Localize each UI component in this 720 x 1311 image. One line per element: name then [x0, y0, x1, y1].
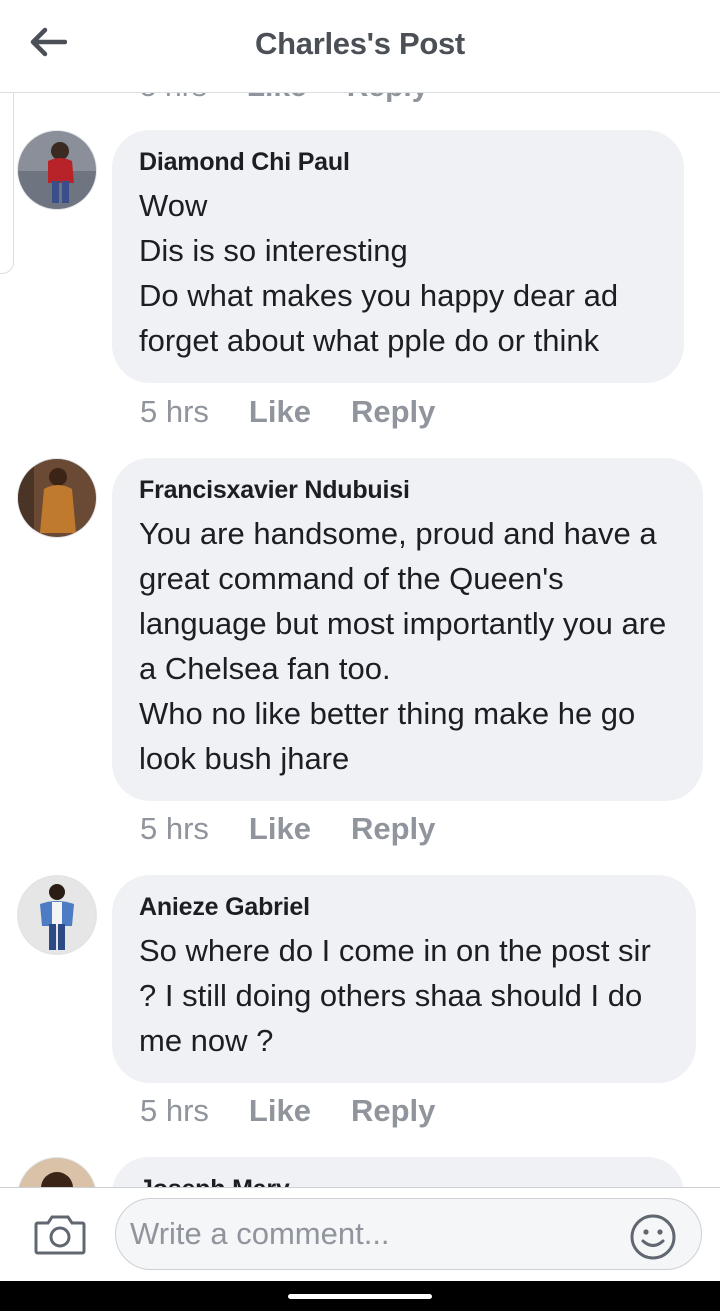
emoji-icon [630, 1214, 676, 1260]
comment-bubble[interactable]: Anieze Gabriel So where do I come in on … [112, 875, 696, 1083]
like-button[interactable]: Like [249, 394, 311, 430]
comment-author[interactable]: Francisxavier Ndubuisi [139, 476, 677, 505]
reply-button[interactable]: Reply [351, 1093, 435, 1129]
comment-time: 5 hrs [140, 1093, 209, 1128]
comment-actions: 5 hrs Like Reply [140, 1093, 435, 1129]
comment-text: So where do I come in on the post sir ? … [139, 933, 651, 1058]
comment-input[interactable] [115, 1198, 702, 1270]
like-button[interactable]: Like [247, 92, 307, 104]
comment-bubble[interactable]: Francisxavier Ndubuisi You are handsome,… [112, 458, 703, 801]
post-card-edge [0, 92, 14, 274]
comment-composer [0, 1187, 720, 1281]
reply-button[interactable]: Reply [347, 92, 429, 104]
system-navigation-bar [0, 1280, 720, 1311]
comment-author[interactable]: Diamond Chi Paul [139, 148, 658, 177]
comment-bubble[interactable]: Diamond Chi Paul Wow Dis is so interesti… [112, 130, 684, 383]
avatar-photo [18, 131, 96, 209]
comment-time: 5 hrs [140, 394, 209, 429]
avatar[interactable] [17, 875, 97, 955]
reply-button[interactable]: Reply [351, 811, 435, 847]
camera-icon [34, 1215, 86, 1255]
comment-author[interactable]: Joseph Mary [139, 1175, 658, 1187]
comment-author[interactable]: Anieze Gabriel [139, 893, 670, 922]
avatar[interactable] [17, 458, 97, 538]
comment-text: You are handsome, proud and have a great… [139, 516, 667, 776]
avatar-photo [18, 876, 96, 954]
previous-comment-actions: 5 hrs Like Reply [140, 92, 428, 104]
avatar-photo [18, 459, 96, 537]
comment-list[interactable]: 5 hrs Like Reply Diamond Chi Paul Wow Di… [0, 92, 720, 1187]
comment-actions: 5 hrs Like Reply [140, 394, 435, 430]
comment-text: Wow Dis is so interesting Do what makes … [139, 188, 619, 358]
reply-button[interactable]: Reply [351, 394, 435, 430]
avatar-photo [18, 1158, 96, 1187]
comment-time: 5 hrs [140, 811, 209, 846]
camera-button[interactable] [34, 1213, 90, 1259]
like-button[interactable]: Like [249, 811, 311, 847]
home-indicator[interactable] [288, 1294, 432, 1299]
page-title: Charles's Post [255, 26, 465, 61]
avatar[interactable] [17, 130, 97, 210]
top-bar: Charles's Post [0, 0, 720, 93]
comment-bubble[interactable]: Joseph Mary [112, 1157, 684, 1187]
comment-time: 5 hrs [140, 92, 207, 104]
comment-actions: 5 hrs Like Reply [140, 811, 435, 847]
emoji-button[interactable] [628, 1212, 678, 1262]
avatar[interactable] [17, 1157, 97, 1187]
like-button[interactable]: Like [249, 1093, 311, 1129]
